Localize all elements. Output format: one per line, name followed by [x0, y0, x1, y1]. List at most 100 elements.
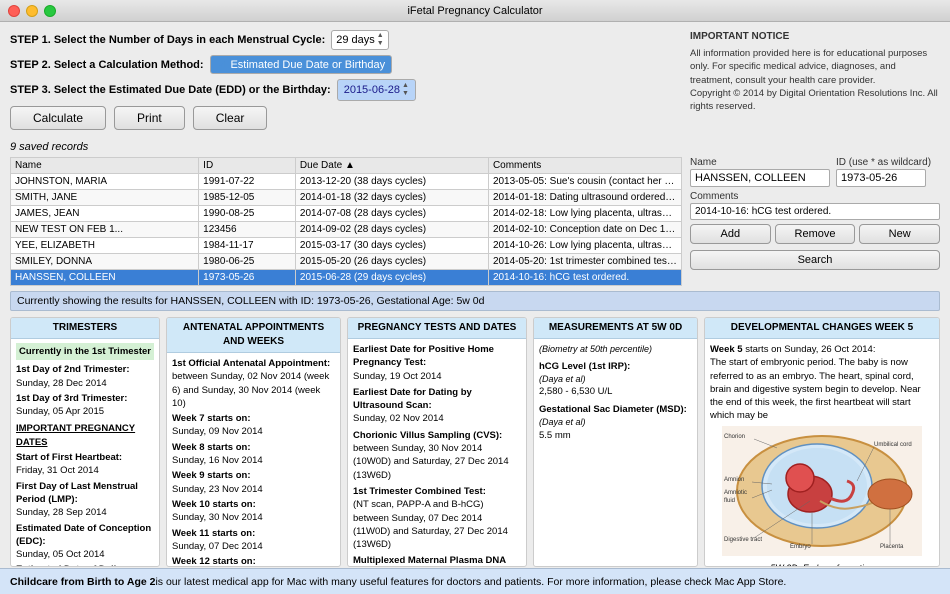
edd-label: Estimated Date of Delivery or Due Date (…: [16, 563, 154, 567]
sort-icon: ▲: [345, 160, 355, 171]
svg-text:Umbilical cord: Umbilical cord: [874, 442, 912, 448]
table-row[interactable]: JAMES, JEAN1990-08-252014-07-08 (28 days…: [11, 206, 682, 222]
svg-text:Embryo: Embryo: [790, 544, 811, 550]
hcg-source: (Daya et al): [539, 373, 692, 386]
col-name[interactable]: Name: [11, 158, 199, 174]
cell-id: 1985-12-05: [199, 190, 296, 206]
developmental-text: Week 5 starts on Sunday, 26 Oct 2014: Th…: [710, 343, 934, 423]
notice-copyright: Copyright © 2014 by Digital Orientation …: [690, 88, 938, 112]
table-row[interactable]: NEW TEST ON FEB 1...1234562014-09-02 (28…: [11, 222, 682, 238]
cell-due_date: 2014-01-18 (32 days cycles): [295, 190, 488, 206]
cell-due_date: 2015-03-17 (30 days cycles): [295, 238, 488, 254]
week9-label: Week 9 starts on:: [172, 469, 335, 482]
hcg-value: 2,580 - 6,530 U/L: [539, 385, 692, 398]
step3-label: STEP 3. Select the Estimated Due Date (E…: [10, 84, 331, 96]
cell-comments: 2014-02-18: Low lying placenta, ultrasou…: [488, 206, 681, 222]
name-id-row: Name ID (use * as wildcard): [690, 157, 940, 187]
step1-value[interactable]: 29 days ▲▼: [331, 30, 388, 50]
cell-comments: 2013-05-05: Sue's cousin (contact her be…: [488, 174, 681, 190]
step2-value[interactable]: ☑ Estimated Due Date or Birthday: [210, 55, 393, 74]
antenatal-panel: ANTENATAL APPOINTMENTS AND WEEKS 1st Off…: [166, 317, 341, 567]
cell-id: 1973-05-26: [199, 270, 296, 286]
col-id[interactable]: ID: [199, 158, 296, 174]
third-tri-date: Sunday, 05 Apr 2015: [16, 405, 154, 418]
svg-text:Placenta: Placenta: [880, 544, 904, 550]
action-buttons: Calculate Print Clear: [10, 106, 680, 130]
important-notice: IMPORTANT NOTICE All information provide…: [690, 30, 940, 136]
cell-name: HANSSEN, COLLEEN: [11, 270, 199, 286]
cell-name: JOHNSTON, MARIA: [11, 174, 199, 190]
id-group: ID (use * as wildcard): [836, 157, 931, 187]
week-text: starts on Sunday, 26 Oct 2014:: [745, 344, 875, 355]
cell-id: 1991-07-22: [199, 174, 296, 190]
id-input[interactable]: [836, 169, 926, 187]
clear-button[interactable]: Clear: [193, 106, 268, 130]
remove-button[interactable]: Remove: [775, 224, 856, 244]
svg-text:Amnion: Amnion: [724, 477, 744, 483]
measurements-title: MEASUREMENTS AT 5W 0D: [534, 318, 697, 339]
trimesters-title: TRIMESTERS: [11, 318, 159, 339]
table-row[interactable]: SMITH, JANE1985-12-052014-01-18 (32 days…: [11, 190, 682, 206]
app-title: iFetal Pregnancy Calculator: [407, 5, 542, 17]
heartbeat-date: Friday, 31 Oct 2014: [16, 464, 154, 477]
hcg-label: hCG Level (1st IRP):: [539, 360, 692, 373]
developmental-panel: DEVELOPMENTAL CHANGES WEEK 5 Week 5 star…: [704, 317, 940, 567]
developmental-title: DEVELOPMENTAL CHANGES WEEK 5: [705, 318, 939, 339]
cell-comments: 2014-10-16: hCG test ordered.: [488, 270, 681, 286]
maximize-button[interactable]: [44, 5, 56, 17]
print-button[interactable]: Print: [114, 106, 185, 130]
cell-name: SMITH, JANE: [11, 190, 199, 206]
comments-group: Comments: [690, 191, 940, 220]
add-button[interactable]: Add: [690, 224, 771, 244]
table-row[interactable]: HANSSEN, COLLEEN1973-05-262015-06-28 (29…: [11, 270, 682, 286]
cell-due_date: 2014-07-08 (28 days cycles): [295, 206, 488, 222]
pregnancy-tests-title: PREGNANCY TESTS AND DATES: [348, 318, 526, 339]
cell-due_date: 2013-12-20 (38 days cycles): [295, 174, 488, 190]
week11-date: Sunday, 07 Dec 2014: [172, 540, 335, 553]
comments-input[interactable]: [690, 203, 940, 220]
new-button[interactable]: New: [859, 224, 940, 244]
step1-stepper[interactable]: ▲▼: [377, 32, 384, 48]
gsd-label: Gestational Sac Diameter (MSD):: [539, 403, 692, 416]
minimize-button[interactable]: [26, 5, 38, 17]
bottom-text: is our latest medical app for Mac with m…: [155, 576, 786, 588]
ultrasound-date: Sunday, 02 Nov 2014: [353, 412, 521, 425]
cell-comments: 2014-01-18: Dating ultrasound ordered to…: [488, 190, 681, 206]
second-tri-date: Sunday, 28 Dec 2014: [16, 377, 154, 390]
measurements-panel: MEASUREMENTS AT 5W 0D (Biometry at 50th …: [533, 317, 698, 567]
gsd-source: (Daya et al): [539, 416, 692, 429]
search-button[interactable]: Search: [690, 250, 940, 270]
table-row[interactable]: JOHNSTON, MARIA1991-07-222013-12-20 (38 …: [11, 174, 682, 190]
step3-value[interactable]: 2015-06-28 ▲▼: [337, 79, 416, 101]
titlebar: iFetal Pregnancy Calculator: [0, 0, 950, 22]
table-row[interactable]: YEE, ELIZABETH1984-11-172015-03-17 (30 d…: [11, 238, 682, 254]
cell-due_date: 2015-06-28 (29 days cycles): [295, 270, 488, 286]
trimesters-panel: TRIMESTERS Currently in the 1st Trimeste…: [10, 317, 160, 567]
edc-label: Estimated Date of Conception (EDC):: [16, 522, 154, 549]
notice-title: IMPORTANT NOTICE: [690, 30, 940, 44]
svg-text:Chorion: Chorion: [724, 434, 745, 440]
week10-date: Sunday, 30 Nov 2014: [172, 511, 335, 524]
week9-date: Sunday, 23 Nov 2014: [172, 483, 335, 496]
second-tri-label: 1st Day of 2nd Trimester:: [16, 363, 154, 376]
cell-id: 1990-08-25: [199, 206, 296, 222]
trimester-current: Currently in the 1st Trimester: [16, 343, 154, 360]
pregnancy-tests-panel: PREGNANCY TESTS AND DATES Earliest Date …: [347, 317, 527, 567]
heartbeat-label: Start of First Heartbeat:: [16, 451, 154, 464]
name-input[interactable]: [690, 169, 830, 187]
step3-stepper[interactable]: ▲▼: [402, 82, 409, 98]
col-comments[interactable]: Comments: [488, 158, 681, 174]
calculate-button[interactable]: Calculate: [10, 106, 106, 130]
status-bar: Currently showing the results for HANSSE…: [10, 291, 940, 311]
description: The start of embryonic period. The baby …: [710, 357, 921, 421]
step2-row: STEP 2. Select a Calculation Method: ☑ E…: [10, 55, 680, 74]
diagram-caption: 5W 2D: Embryo formation: [710, 562, 934, 567]
name-group: Name: [690, 157, 830, 187]
close-button[interactable]: [8, 5, 20, 17]
col-due-date[interactable]: Due Date ▲: [295, 158, 488, 174]
step1-label: STEP 1. Select the Number of Days in eac…: [10, 34, 325, 46]
cell-comments: 2014-05-20: 1st trimester combined test …: [488, 254, 681, 270]
table-row[interactable]: SMILEY, DONNA1980-06-252015-05-20 (26 da…: [11, 254, 682, 270]
bottom-text-bold: Childcare from Birth to Age 2: [10, 576, 155, 588]
cell-comments: 2014-02-10: Conception date on Dec 10, 2…: [488, 222, 681, 238]
